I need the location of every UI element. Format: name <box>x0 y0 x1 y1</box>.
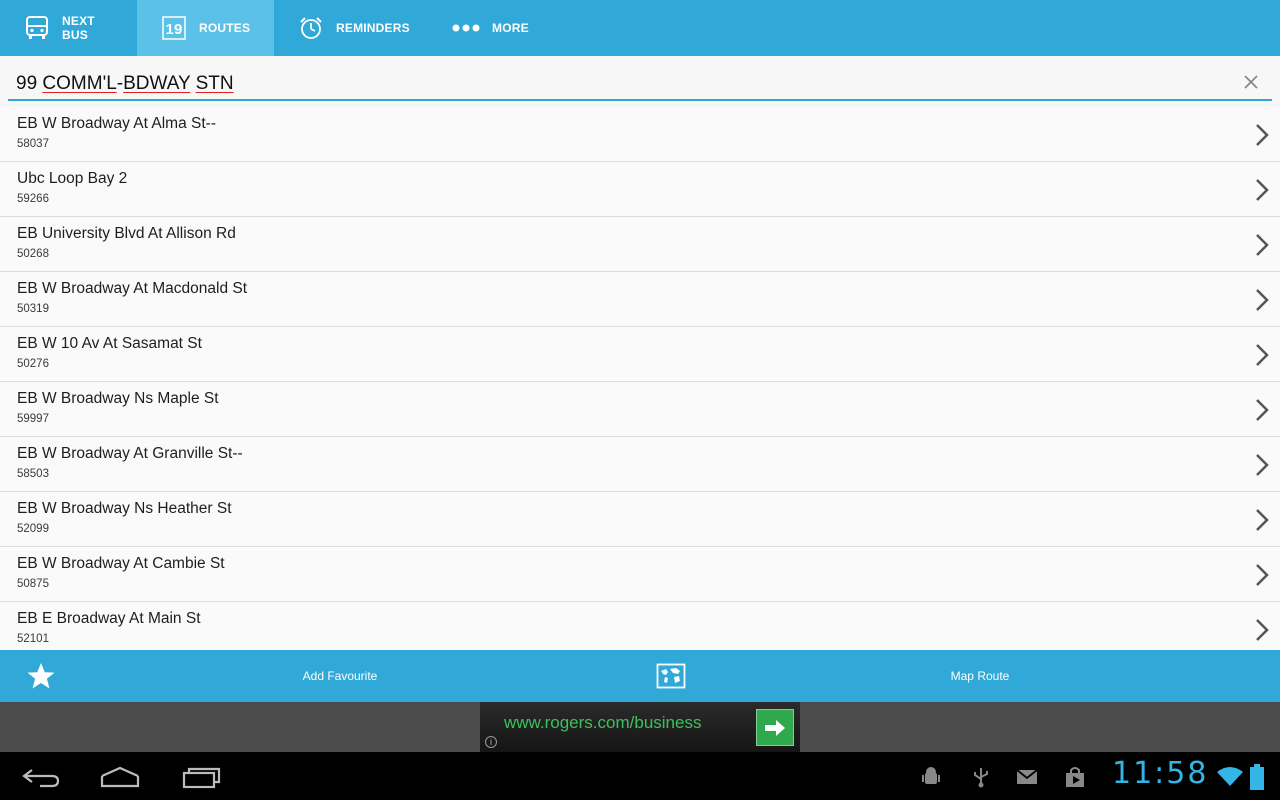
ad-url: www.rogers.com/business <box>504 713 702 732</box>
star-icon[interactable] <box>26 662 56 690</box>
wifi-icon <box>1217 767 1243 786</box>
system-bar: 11:58 <box>0 752 1280 800</box>
arrow-right-icon <box>765 719 785 736</box>
add-favourite-button[interactable]: Add Favourite <box>260 650 420 702</box>
stop-code: 59997 <box>17 413 49 425</box>
stop-code: 50268 <box>17 248 49 260</box>
stop-name: EB W 10 Av At Sasamat St <box>17 335 202 352</box>
stop-code: 59266 <box>17 193 49 205</box>
ad-arrow-button[interactable] <box>756 709 794 746</box>
stop-code: 50319 <box>17 303 49 315</box>
stop-code: 50276 <box>17 358 49 370</box>
stop-row[interactable]: EB W Broadway Ns Maple St 59997 <box>0 382 1280 437</box>
chevron-right-icon <box>1256 454 1269 476</box>
chevron-right-icon <box>1256 179 1269 201</box>
stop-name: EB W Broadway At Macdonald St <box>17 280 248 297</box>
map-route-button[interactable]: Map Route <box>910 650 1050 702</box>
ad-band: www.rogers.com/business i <box>0 702 1280 752</box>
stop-name: EB W Broadway At Granville St-- <box>17 445 243 462</box>
status-clock: 11:58 <box>1112 756 1209 791</box>
bottom-action-bar: Add Favourite Map Route <box>0 650 1280 702</box>
tab-next-bus-label: NEXT BUS <box>62 14 95 42</box>
battery-icon <box>1250 764 1264 790</box>
more-dots-icon <box>452 15 480 41</box>
stop-row[interactable]: EB W Broadway At Macdonald St 50319 <box>0 272 1280 327</box>
tab-next-bus[interactable]: NEXT BUS <box>0 0 137 56</box>
chevron-right-icon <box>1256 619 1269 641</box>
stop-row[interactable]: Ubc Loop Bay 2 59266 <box>0 162 1280 217</box>
stop-name: EB W Broadway Ns Heather St <box>17 500 232 517</box>
home-icon[interactable] <box>98 764 142 790</box>
stop-row[interactable]: EB University Blvd At Allison Rd 50268 <box>0 217 1280 272</box>
stop-code: 52101 <box>17 633 49 645</box>
tab-more[interactable]: MORE <box>428 0 558 56</box>
play-store-bag-icon <box>1066 767 1084 787</box>
tab-routes-label: ROUTES <box>199 21 251 35</box>
world-map-icon[interactable] <box>656 663 686 689</box>
stop-code: 58503 <box>17 468 49 480</box>
calendar-19-icon: 19 <box>161 15 187 41</box>
alarm-clock-icon <box>298 15 324 41</box>
ad-banner[interactable]: www.rogers.com/business i <box>480 702 800 752</box>
tab-reminders[interactable]: REMINDERS <box>274 0 428 56</box>
chevron-right-icon <box>1256 289 1269 311</box>
search-bar: 99 COMM'L-BDWAY STN <box>0 56 1280 104</box>
stop-row[interactable]: EB W Broadway At Granville St-- 58503 <box>0 437 1280 492</box>
stop-name: EB W Broadway Ns Maple St <box>17 390 219 407</box>
stop-code: 50875 <box>17 578 49 590</box>
android-debug-icon <box>922 767 940 784</box>
stop-name: EB University Blvd At Allison Rd <box>17 225 236 242</box>
svg-text:19: 19 <box>165 21 182 38</box>
stop-name: EB W Broadway At Cambie St <box>17 555 225 572</box>
stop-row[interactable]: EB E Broadway At Main St 52101 <box>0 602 1280 650</box>
ad-info-icon[interactable]: i <box>485 736 497 748</box>
bus-icon <box>24 15 50 41</box>
stop-name: Ubc Loop Bay 2 <box>17 170 128 187</box>
stop-row[interactable]: EB W Broadway At Cambie St 50875 <box>0 547 1280 602</box>
stop-name: EB W Broadway At Alma St-- <box>17 115 216 132</box>
stop-row[interactable]: EB W Broadway At Alma St-- 58037 <box>0 107 1280 162</box>
recent-apps-icon[interactable] <box>180 764 224 790</box>
route-search-input[interactable]: 99 COMM'L-BDWAY STN <box>8 66 1272 101</box>
chevron-right-icon <box>1256 344 1269 366</box>
chevron-right-icon <box>1256 124 1269 146</box>
tab-reminders-label: REMINDERS <box>336 21 410 35</box>
tab-routes[interactable]: 19 ROUTES <box>137 0 274 56</box>
clear-search-icon[interactable] <box>1240 71 1262 93</box>
stop-code: 52099 <box>17 523 49 535</box>
usb-icon <box>974 768 988 788</box>
chevron-right-icon <box>1256 234 1269 256</box>
gmail-icon <box>1016 769 1038 784</box>
chevron-right-icon <box>1256 564 1269 586</box>
top-tab-bar: NEXT BUS 19 ROUTES REMINDERS MORE <box>0 0 1280 56</box>
search-value: 99 COMM'L-BDWAY STN <box>16 73 234 94</box>
stop-name: EB E Broadway At Main St <box>17 610 201 627</box>
chevron-right-icon <box>1256 399 1269 421</box>
chevron-right-icon <box>1256 509 1269 531</box>
stop-row[interactable]: EB W Broadway Ns Heather St 52099 <box>0 492 1280 547</box>
app-root: NEXT BUS 19 ROUTES REMINDERS MORE 99 COM… <box>0 0 1280 800</box>
stop-row[interactable]: EB W 10 Av At Sasamat St 50276 <box>0 327 1280 382</box>
stop-code: 58037 <box>17 138 49 150</box>
tab-more-label: MORE <box>492 21 529 35</box>
back-icon[interactable] <box>20 764 64 790</box>
stop-list: EB W Broadway At Alma St-- 58037 Ubc Loo… <box>0 107 1280 650</box>
